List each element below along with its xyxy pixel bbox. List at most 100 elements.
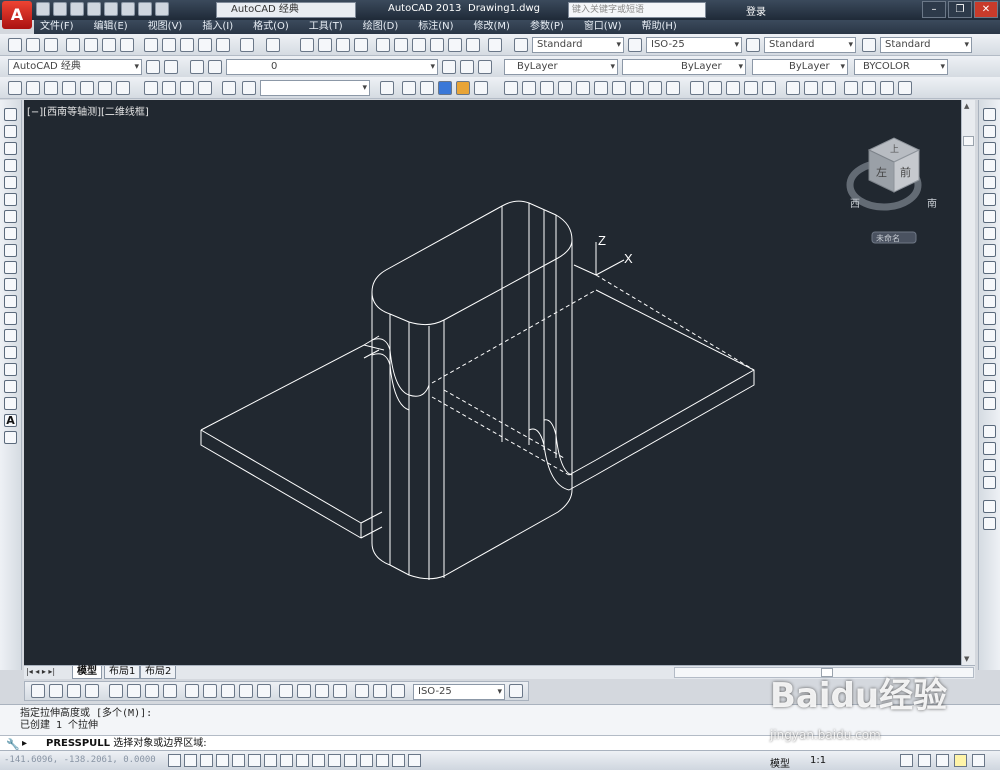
rectangle-icon[interactable] (4, 176, 17, 189)
pyramid-icon[interactable] (558, 81, 572, 95)
ellipse-icon[interactable] (4, 261, 17, 274)
help-icon[interactable] (488, 38, 502, 52)
undo-icon[interactable] (121, 2, 135, 16)
scroll-down-arrow-icon[interactable]: ▼ (964, 655, 973, 663)
trim-icon[interactable] (983, 261, 996, 274)
cylinder-icon[interactable] (98, 81, 112, 95)
menu-tools[interactable]: 工具(T) (309, 20, 343, 34)
jogged-linear-icon[interactable] (333, 684, 347, 698)
3d-array-icon[interactable] (762, 81, 776, 95)
planar-surface-icon[interactable] (612, 81, 626, 95)
scale-icon[interactable] (983, 227, 996, 240)
open-icon[interactable] (26, 38, 40, 52)
torus-icon[interactable] (594, 81, 608, 95)
menu-modify[interactable]: 修改(M) (474, 20, 510, 34)
3d-publish-icon[interactable] (120, 38, 134, 52)
grid-display-icon[interactable] (200, 754, 213, 767)
spline-icon[interactable] (4, 244, 17, 257)
sweep-icon[interactable] (44, 81, 58, 95)
copy-object-icon[interactable] (983, 125, 996, 138)
recent-commands-icon[interactable]: ▸ (22, 736, 27, 751)
3d-align-icon[interactable] (744, 81, 758, 95)
arc-icon[interactable] (4, 193, 17, 206)
fly-icon[interactable] (880, 81, 894, 95)
match-properties-icon[interactable] (198, 38, 212, 52)
slice-icon[interactable] (648, 81, 662, 95)
thicken-icon[interactable] (804, 81, 818, 95)
save-icon[interactable] (44, 38, 58, 52)
open-icon[interactable] (53, 2, 67, 16)
make-current-layer-icon[interactable] (442, 60, 456, 74)
shell-icon[interactable] (822, 81, 836, 95)
visual-styles-icon[interactable] (474, 81, 488, 95)
fillet-icon[interactable] (983, 363, 996, 376)
section-plane-icon[interactable] (666, 81, 680, 95)
redo-icon[interactable] (138, 2, 152, 16)
wedge-icon[interactable] (540, 81, 554, 95)
union-icon[interactable] (144, 81, 158, 95)
dim-update-icon[interactable] (391, 684, 405, 698)
plot-style-select[interactable]: BYCOLOR (854, 59, 948, 75)
line-icon[interactable] (4, 108, 17, 121)
linear-dim-icon[interactable] (31, 684, 45, 698)
add-selected-icon[interactable] (4, 431, 17, 444)
object-snap-icon[interactable] (248, 754, 261, 767)
presspull-icon[interactable] (504, 81, 518, 95)
menu-file[interactable]: 文件(F) (40, 20, 74, 34)
interfere-icon[interactable] (786, 81, 800, 95)
3d-move-icon[interactable] (198, 81, 212, 95)
minimize-button[interactable]: – (922, 1, 946, 18)
rotate-icon[interactable] (983, 210, 996, 223)
save-as-icon[interactable] (87, 2, 101, 16)
undo-icon[interactable] (240, 38, 254, 52)
blend-curves-icon[interactable] (983, 380, 996, 393)
erase-icon[interactable] (983, 108, 996, 121)
draw-order-under-icon[interactable] (983, 476, 996, 489)
model-space-label[interactable]: 模型 (770, 755, 790, 770)
dim-text-edit-icon[interactable] (373, 684, 387, 698)
application-menu-button[interactable]: A (2, 1, 32, 29)
drawing-viewport[interactable]: [−][西南等轴测][二维线框] Z X 上 左 前 西 南 未命名 (24, 100, 961, 665)
clean-screen-icon[interactable] (972, 754, 985, 767)
view-select[interactable] (260, 80, 370, 96)
break-icon[interactable] (983, 312, 996, 325)
plot-icon[interactable] (104, 2, 118, 16)
radius-dim-icon[interactable] (109, 684, 123, 698)
hatch-icon[interactable] (4, 346, 17, 359)
plot-preview-icon[interactable] (84, 38, 98, 52)
tab-layout2[interactable]: 布局2 (140, 666, 177, 679)
join-icon[interactable] (983, 329, 996, 342)
table-icon[interactable] (4, 397, 17, 410)
tab-layout1[interactable]: 布局1 (104, 666, 141, 679)
save-icon[interactable] (70, 2, 84, 16)
revolve-icon[interactable] (26, 81, 40, 95)
restore-button[interactable]: ❐ (948, 1, 972, 18)
make-block-icon[interactable] (4, 312, 17, 325)
toolbar-lock-icon[interactable] (164, 60, 178, 74)
menu-insert[interactable]: 插入(I) (202, 20, 233, 34)
vertical-scrollbar[interactable]: ▲ ▼ (961, 100, 975, 665)
diameter-dim-icon[interactable] (145, 684, 159, 698)
sphere-icon[interactable] (576, 81, 590, 95)
region-icon[interactable] (4, 380, 17, 393)
publish-icon[interactable] (102, 38, 116, 52)
multiline-text-icon[interactable]: A (4, 414, 17, 427)
jogged-dim-icon[interactable] (127, 684, 141, 698)
dim-edit-icon[interactable] (355, 684, 369, 698)
polar-tracking-icon[interactable] (232, 754, 245, 767)
array-icon[interactable] (983, 176, 996, 189)
scroll-up-arrow-icon[interactable]: ▲ (964, 102, 973, 110)
polyline-icon[interactable] (4, 142, 17, 155)
aligned-dim-icon[interactable] (49, 684, 63, 698)
layer-state-icon[interactable] (478, 60, 492, 74)
2d-wireframe-icon[interactable] (380, 81, 394, 95)
quickcalc-icon[interactable] (466, 38, 480, 52)
draw-order-above-icon[interactable] (983, 459, 996, 472)
viewcube[interactable]: 上 左 前 西 南 未命名 (846, 137, 937, 244)
workspace-gear-icon[interactable] (155, 2, 169, 16)
dim-style-manager-icon[interactable] (509, 684, 523, 698)
workspace-select[interactable]: AutoCAD 经典 (216, 2, 356, 18)
arc-length-dim-icon[interactable] (67, 684, 81, 698)
menu-view[interactable]: 视图(V) (148, 20, 183, 34)
workspace-switch-icon[interactable] (900, 754, 913, 767)
